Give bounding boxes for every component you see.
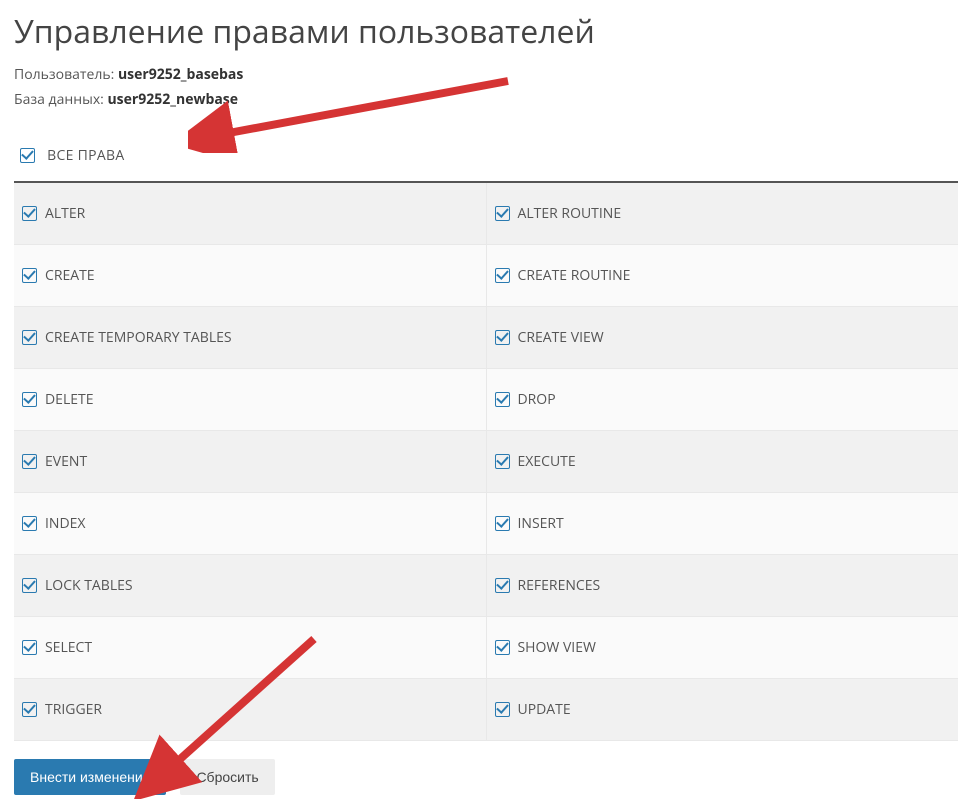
permission-label: EVENT: [45, 452, 87, 471]
permission-cell: CREATE VIEW: [486, 307, 958, 369]
permission-cell: DROP: [486, 369, 958, 431]
all-rights-row: ВСЕ ПРАВА: [14, 133, 958, 183]
permission-cell: REFERENCES: [486, 555, 958, 617]
permission-checkbox[interactable]: [22, 578, 37, 593]
user-value: user9252_basebas: [118, 65, 243, 84]
permission-cell: SHOW VIEW: [486, 617, 958, 679]
permission-cell: CREATE TEMPORARY TABLES: [14, 307, 486, 369]
user-label: Пользователь:: [14, 65, 118, 84]
permission-label: SELECT: [45, 638, 92, 657]
permission-label: REFERENCES: [518, 576, 601, 595]
permission-cell: UPDATE: [486, 679, 958, 741]
permission-row: CREATE CREATE ROUTINE: [14, 245, 958, 307]
permission-cell: TRIGGER: [14, 679, 486, 741]
permission-checkbox[interactable]: [495, 206, 510, 221]
reset-button[interactable]: Сбросить: [180, 759, 274, 795]
permission-cell: INDEX: [14, 493, 486, 555]
permission-label: CREATE TEMPORARY TABLES: [45, 328, 232, 347]
permission-label: CREATE ROUTINE: [518, 266, 631, 285]
permission-label: INDEX: [45, 514, 85, 533]
permission-cell: ALTER: [14, 183, 486, 245]
permission-label: CREATE: [45, 266, 95, 285]
all-rights-checkbox[interactable]: [20, 148, 35, 163]
permission-checkbox[interactable]: [495, 578, 510, 593]
permission-label: CREATE VIEW: [518, 328, 604, 347]
permission-cell: EVENT: [14, 431, 486, 493]
permission-row: TRIGGER UPDATE: [14, 679, 958, 741]
permission-label: ALTER ROUTINE: [518, 204, 622, 223]
permission-label: LOCK TABLES: [45, 576, 133, 595]
submit-button[interactable]: Внести изменения: [14, 759, 166, 795]
permission-cell: CREATE ROUTINE: [486, 245, 958, 307]
permission-cell: CREATE: [14, 245, 486, 307]
permission-label: DROP: [518, 390, 556, 409]
permission-checkbox[interactable]: [495, 454, 510, 469]
permission-row: CREATE TEMPORARY TABLES CREATE VIEW: [14, 307, 958, 369]
user-line: Пользователь: user9252_basebas: [14, 65, 958, 84]
buttons-row: Внести изменения Сбросить: [14, 759, 958, 795]
permission-checkbox[interactable]: [495, 702, 510, 717]
db-line: База данных: user9252_newbase: [14, 90, 958, 109]
permission-row: EVENT EXECUTE: [14, 431, 958, 493]
permission-row: SELECT SHOW VIEW: [14, 617, 958, 679]
permission-label: SHOW VIEW: [518, 638, 596, 657]
permission-label: INSERT: [518, 514, 564, 533]
permission-checkbox[interactable]: [22, 702, 37, 717]
permission-row: INDEX INSERT: [14, 493, 958, 555]
permission-checkbox[interactable]: [495, 330, 510, 345]
permission-checkbox[interactable]: [22, 330, 37, 345]
permissions-table: ALTERALTER ROUTINECREATECREATE ROUTINECR…: [14, 183, 958, 741]
annotation-arrow-icon: [188, 73, 523, 153]
permission-checkbox[interactable]: [22, 206, 37, 221]
permission-cell: DELETE: [14, 369, 486, 431]
permission-checkbox[interactable]: [22, 516, 37, 531]
permission-row: LOCK TABLES REFERENCES: [14, 555, 958, 617]
permission-label: UPDATE: [518, 700, 571, 719]
page-title: Управление правами пользователей: [14, 10, 958, 53]
permission-checkbox[interactable]: [495, 640, 510, 655]
db-value: user9252_newbase: [107, 90, 238, 109]
permission-label: TRIGGER: [45, 700, 102, 719]
permission-cell: SELECT: [14, 617, 486, 679]
permission-checkbox[interactable]: [495, 392, 510, 407]
permission-checkbox[interactable]: [22, 640, 37, 655]
permission-checkbox[interactable]: [22, 454, 37, 469]
permission-cell: LOCK TABLES: [14, 555, 486, 617]
permission-checkbox[interactable]: [22, 268, 37, 283]
db-label: База данных:: [14, 90, 107, 109]
permission-checkbox[interactable]: [495, 516, 510, 531]
permission-label: DELETE: [45, 390, 94, 409]
permission-row: ALTER ALTER ROUTINE: [14, 183, 958, 245]
permission-row: DELETE DROP: [14, 369, 958, 431]
permission-cell: ALTER ROUTINE: [486, 183, 958, 245]
all-rights-label: ВСЕ ПРАВА: [47, 146, 124, 165]
permission-label: ALTER: [45, 204, 85, 223]
permission-checkbox[interactable]: [22, 392, 37, 407]
permission-checkbox[interactable]: [495, 268, 510, 283]
permission-label: EXECUTE: [518, 452, 576, 471]
permission-cell: EXECUTE: [486, 431, 958, 493]
permission-cell: INSERT: [486, 493, 958, 555]
